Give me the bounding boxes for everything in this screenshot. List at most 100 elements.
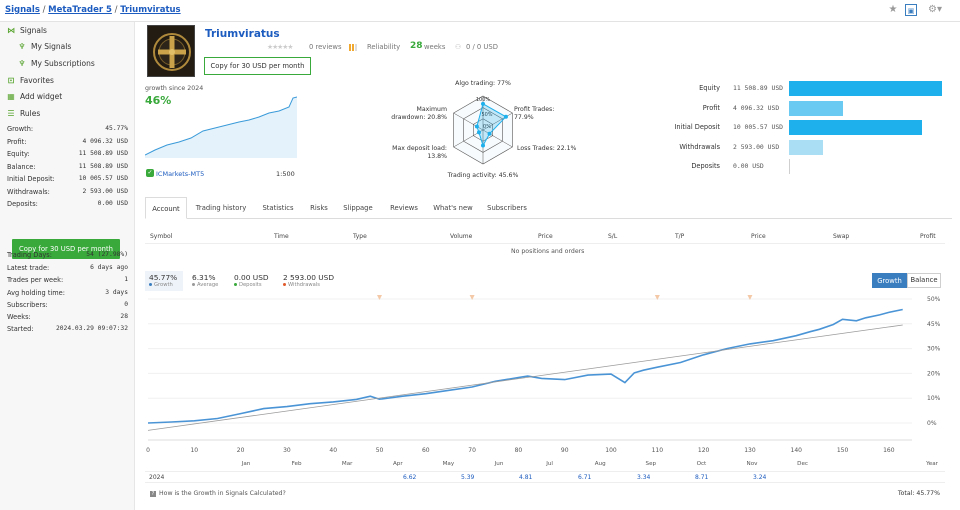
broker-name[interactable]: ICMarkets-MT5 xyxy=(156,170,204,178)
breadcrumb-triumviratus[interactable]: Triumviratus xyxy=(120,5,180,15)
chart-balance-button[interactable]: Balance xyxy=(907,273,941,288)
col-swap[interactable]: Swap xyxy=(833,233,849,240)
y-tick-label: 10% xyxy=(927,395,941,402)
shield-cross-logo-icon xyxy=(148,26,194,76)
col-volume[interactable]: Volume xyxy=(450,233,472,240)
average-series-line xyxy=(147,324,903,431)
col-type[interactable]: Type xyxy=(353,233,367,240)
tab-statistics[interactable]: Statistics xyxy=(257,197,299,219)
summary-bar-label: Equity xyxy=(699,84,720,92)
growth-help-link[interactable]: ? How is the Growth in Signals Calculated… xyxy=(150,490,286,497)
x-tick-label: 130 xyxy=(744,447,756,454)
sidebar-item-my-subscriptions[interactable]: ♆ My Subscriptions xyxy=(18,58,95,68)
month-label: Year xyxy=(925,461,939,467)
radar-max-deposit-load-label: Max deposit load: 13.8% xyxy=(392,145,447,160)
monthly-growth-value: 6.71 xyxy=(578,474,592,481)
x-tick-label: 20 xyxy=(237,447,245,454)
tab-reviews[interactable]: Reviews xyxy=(387,197,421,219)
x-tick-label: 90 xyxy=(561,447,569,454)
sidebar-item-add-widget[interactable]: ▦ Add widget xyxy=(7,92,62,101)
y-tick-label: 0% xyxy=(927,420,937,427)
tab-risks[interactable]: Risks xyxy=(307,197,331,219)
radar-activity-label: Trading activity: 45.6% xyxy=(447,172,519,179)
stat-deposits: Deposits: 0.00 USD xyxy=(7,200,128,208)
tab-account[interactable]: Account xyxy=(145,197,187,219)
reliability-label: Reliability xyxy=(367,43,401,51)
breadcrumb-metatrader5[interactable]: MetaTrader 5 xyxy=(48,5,112,15)
stat-withdrawals: Withdrawals: 2 593.00 USD xyxy=(7,188,128,196)
radar-drawdown-label: Maximum drawdown: 20.8% xyxy=(391,106,447,121)
tab-trading-history[interactable]: Trading history xyxy=(193,197,249,219)
year-row: 2024 xyxy=(145,471,945,483)
help-icon: ? xyxy=(150,491,156,497)
chip-withdrawals[interactable]: 2 593.00 USD Withdrawals xyxy=(283,271,343,291)
leverage-value: 1:500 xyxy=(276,170,295,178)
sidebar-item-signals[interactable]: ⋈ Signals xyxy=(7,26,47,35)
x-tick-label: 100 xyxy=(605,447,617,454)
signals-icon: ⋈ xyxy=(7,25,15,35)
chip-growth[interactable]: 45.77% Growth xyxy=(145,271,183,291)
sidebar-item-label: My Subscriptions xyxy=(31,59,95,68)
breadcrumb-signals[interactable]: Signals xyxy=(5,5,40,15)
chip-average[interactable]: 6.31% Average xyxy=(192,271,228,291)
copies-value: 0 / 0 USD xyxy=(466,43,498,51)
tab-slippage[interactable]: Slippage xyxy=(341,197,375,219)
col-symbol[interactable]: Symbol xyxy=(150,233,172,240)
summary-bar-value: 0.00 USD xyxy=(733,162,764,170)
tab-whats-new[interactable]: What's new xyxy=(432,197,474,219)
x-tick-label: 30 xyxy=(283,447,291,454)
signal-title[interactable]: Triumviratus xyxy=(205,28,280,40)
summary-bar-value: 10 005.57 USD xyxy=(733,123,784,131)
col-profit[interactable]: Profit xyxy=(920,233,936,240)
rating-stars-icon: ★★★★★ xyxy=(267,43,293,51)
x-tick-label: 110 xyxy=(652,447,664,454)
reviews-count[interactable]: 0 reviews xyxy=(309,43,342,51)
monthly-growth-value: 5.39 xyxy=(461,474,475,481)
col-price-current[interactable]: Price xyxy=(751,233,766,240)
month-label: May xyxy=(443,461,455,467)
stat-balance: Balance: 11 508.89 USD xyxy=(7,163,128,171)
month-label: Feb xyxy=(292,461,302,467)
weeks-label: weeks xyxy=(424,43,446,51)
col-sl[interactable]: S/L xyxy=(608,233,617,240)
subscriptions-icon: ♆ xyxy=(18,58,26,68)
summary-bar-value: 2 593.00 USD xyxy=(733,142,780,151)
col-price[interactable]: Price xyxy=(538,233,553,240)
growth-mini-area xyxy=(145,97,297,158)
month-label: Nov xyxy=(747,461,759,467)
monthly-growth-value: 6.62 xyxy=(403,474,417,481)
stat-profit: Profit: 4 096.32 USD xyxy=(7,138,128,146)
widget-icon: ▦ xyxy=(7,91,15,101)
radar-point xyxy=(474,124,479,129)
month-label: Jan xyxy=(241,461,251,467)
tab-subscribers[interactable]: Subscribers xyxy=(486,197,528,219)
sidebar-item-rules[interactable]: ☰ Rules xyxy=(7,109,40,118)
radar-point xyxy=(481,101,485,106)
chip-deposits[interactable]: 0.00 USD Deposits xyxy=(234,271,278,291)
chart-growth-button[interactable]: Growth xyxy=(872,273,907,288)
calendar-icon[interactable]: ▣ xyxy=(905,4,917,16)
summary-bar-value: 11 508.89 USD xyxy=(733,84,784,92)
growth-chart: 50% 45% 30% 20% 10% 0% 0 10 20 30 40 50 60 70 80 90 100 1… xyxy=(146,295,941,467)
summary-bar-label: Initial Deposit xyxy=(674,123,720,131)
col-tp[interactable]: T/P xyxy=(675,233,684,240)
y-tick-label: 20% xyxy=(927,370,941,377)
radar-chart: 100%50%0% xyxy=(453,95,513,165)
copy-signal-top-button[interactable]: Copy for 30 USD per month xyxy=(204,57,311,75)
summary-bar xyxy=(789,120,922,135)
summary-bar-label: Deposits xyxy=(691,162,720,170)
y-tick-label: 45% xyxy=(927,321,941,328)
signal-avatar xyxy=(147,25,195,77)
tab-bar: Account Trading history Statistics Risks… xyxy=(145,197,952,219)
y-tick-label: 50% xyxy=(927,296,941,303)
favorite-star-icon[interactable]: ★ xyxy=(887,4,899,16)
sidebar-item-label: Add widget xyxy=(20,92,63,101)
settings-gear-icon[interactable]: ⚙▾ xyxy=(926,4,944,16)
rules-icon: ☰ xyxy=(7,108,15,118)
reliability-bars-icon xyxy=(349,44,357,51)
monthly-growth-value: 3.24 xyxy=(753,474,767,481)
month-label: Jul xyxy=(545,461,553,467)
sidebar-item-favorites[interactable]: ⊡ Favorites xyxy=(7,76,54,85)
sidebar-item-my-signals[interactable]: ♆ My Signals xyxy=(18,42,71,51)
col-time[interactable]: Time xyxy=(274,233,289,240)
